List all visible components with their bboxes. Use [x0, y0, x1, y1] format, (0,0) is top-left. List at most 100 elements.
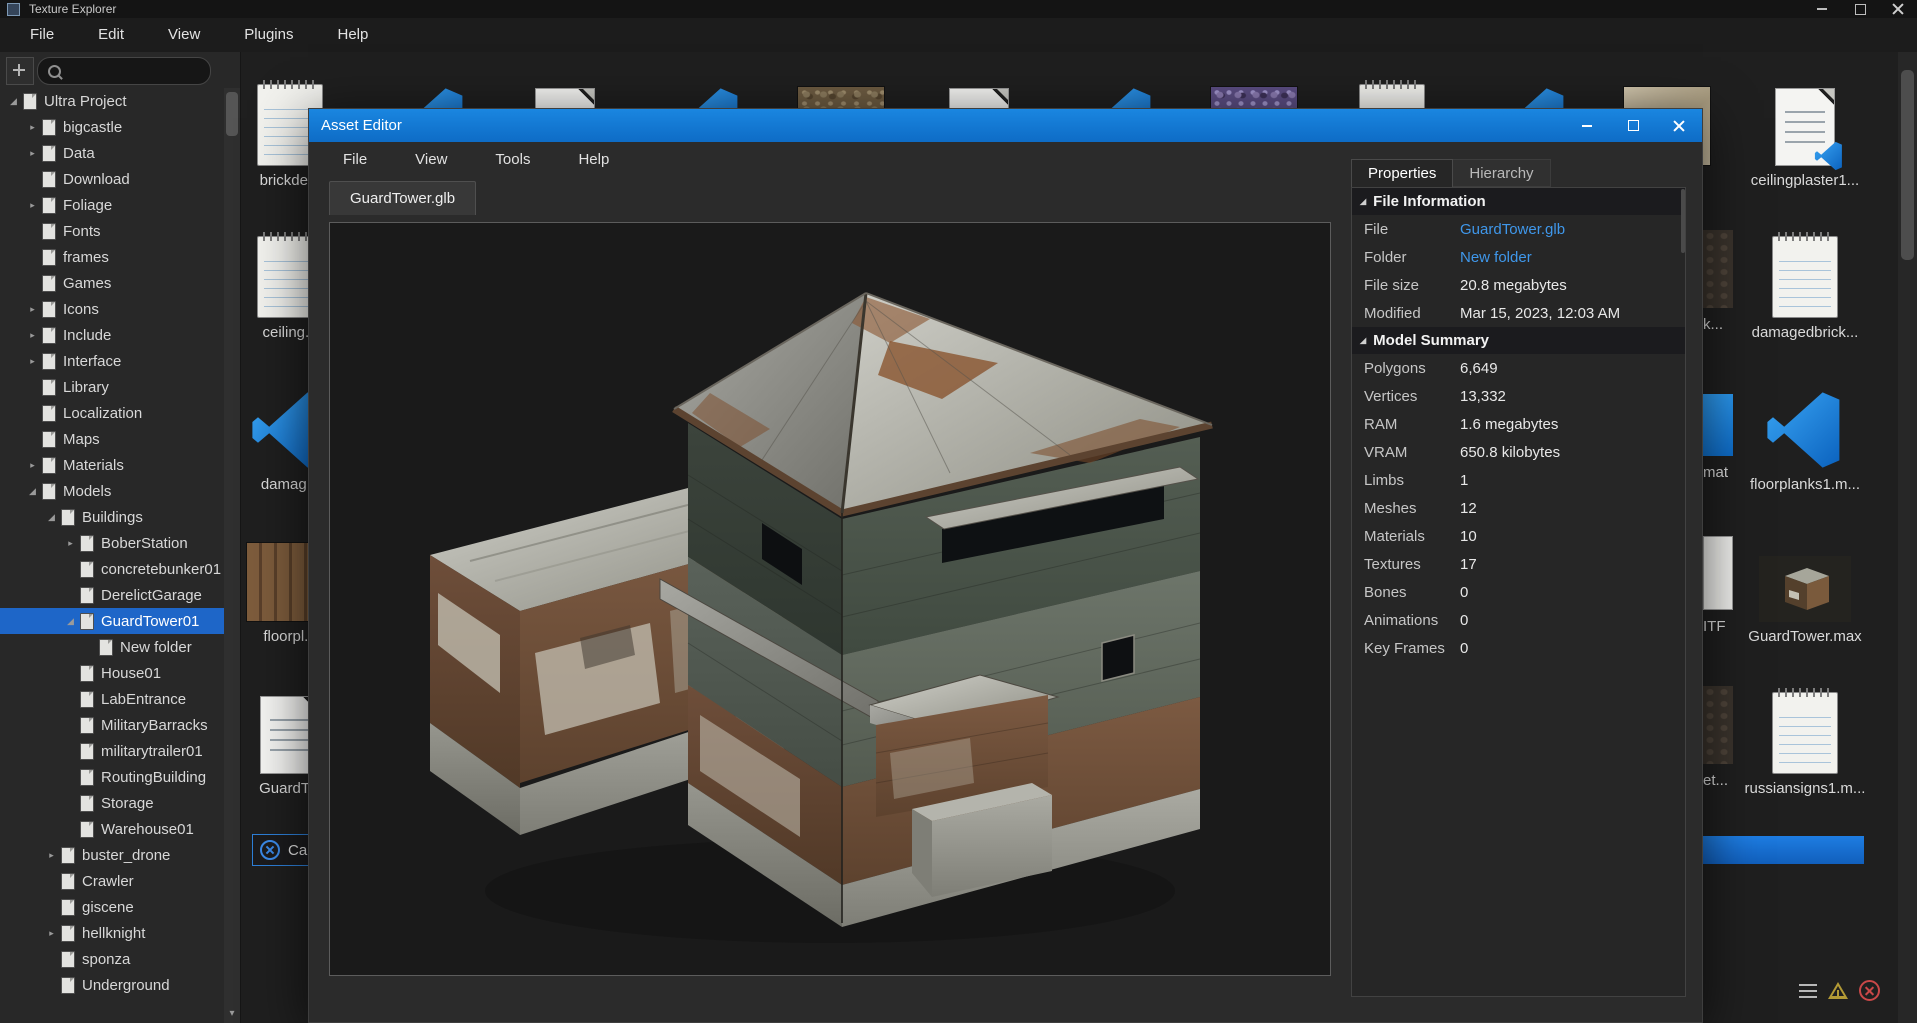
collapsed-arrow-icon[interactable]: ▸ — [25, 304, 40, 315]
tree-item-new-folder[interactable]: New folder — [0, 634, 224, 660]
tree-item-bigcastle[interactable]: ▸bigcastle — [0, 114, 224, 140]
minimize-icon — [1582, 125, 1592, 127]
app-close-button[interactable] — [1879, 0, 1917, 18]
section-header-model-summary[interactable]: ◢Model Summary — [1352, 327, 1685, 354]
collapsed-arrow-icon[interactable]: ▸ — [25, 460, 40, 471]
tree-item-ultra-project[interactable]: ◢Ultra Project — [0, 88, 224, 114]
tree-item-include[interactable]: ▸Include — [0, 322, 224, 348]
editor-close-button[interactable] — [1656, 109, 1702, 142]
tree-item-fonts[interactable]: Fonts — [0, 218, 224, 244]
tree-item-frames[interactable]: frames — [0, 244, 224, 270]
tree-item-sponza[interactable]: sponza — [0, 946, 224, 972]
tree-item-models[interactable]: ◢Models — [0, 478, 224, 504]
project-explorer-panel: ◢Ultra Project▸bigcastle▸DataDownload▸Fo… — [0, 52, 241, 1023]
property-value[interactable]: GuardTower.glb — [1460, 221, 1565, 238]
notepad-icon — [1772, 236, 1838, 318]
tree-item-concretebunker01[interactable]: concretebunker01 — [0, 556, 224, 582]
tree-item-militarytrailer01[interactable]: militarytrailer01 — [0, 738, 224, 764]
search-input[interactable] — [69, 62, 193, 80]
scrollbar-thumb[interactable] — [1901, 70, 1914, 260]
collapsed-arrow-icon[interactable]: ▸ — [25, 356, 40, 367]
tree-item-underground[interactable]: Underground — [0, 972, 224, 998]
tab-guardtower-glb[interactable]: GuardTower.glb — [329, 181, 476, 215]
tab-hierarchy[interactable]: Hierarchy — [1453, 159, 1550, 187]
tree-item-warehouse01[interactable]: Warehouse01 — [0, 816, 224, 842]
collapsed-arrow-icon[interactable]: ▸ — [25, 122, 40, 133]
tree-item-label: RoutingBuilding — [101, 769, 206, 786]
editor-maximize-button[interactable] — [1610, 109, 1656, 142]
collapsed-arrow-icon[interactable]: ▸ — [44, 928, 59, 939]
editor-menu-item-help[interactable]: Help — [554, 143, 633, 177]
tree-item-militarybarracks[interactable]: MilitaryBarracks — [0, 712, 224, 738]
grid-item-partial[interactable]: et... — [1703, 678, 1763, 816]
tree-item-labentrance[interactable]: LabEntrance — [0, 686, 224, 712]
menu-item-help[interactable]: Help — [315, 18, 390, 52]
expanded-arrow-icon[interactable]: ◢ — [63, 616, 78, 627]
tree-item-derelictgarage[interactable]: DerelictGarage — [0, 582, 224, 608]
collapsed-arrow-icon[interactable]: ▸ — [63, 538, 78, 549]
tree-item-interface[interactable]: ▸Interface — [0, 348, 224, 374]
grid-item-partial[interactable]: mat — [1703, 374, 1763, 512]
model-viewport[interactable] — [329, 222, 1331, 976]
grid-item-partial[interactable]: ITF — [1703, 526, 1763, 664]
grid-item-label: ITF — [1703, 618, 1763, 635]
editor-menu-item-view[interactable]: View — [391, 143, 471, 177]
tree-item-icons[interactable]: ▸Icons — [0, 296, 224, 322]
menu-item-plugins[interactable]: Plugins — [222, 18, 315, 52]
scrollbar-thumb[interactable] — [226, 92, 238, 136]
editor-minimize-button[interactable] — [1564, 109, 1610, 142]
tree-item-guardtower01[interactable]: ◢GuardTower01 — [0, 608, 224, 634]
tree-item-buster-drone[interactable]: ▸buster_drone — [0, 842, 224, 868]
tree-item-library[interactable]: Library — [0, 374, 224, 400]
warning-icon[interactable] — [1828, 982, 1848, 999]
asset-editor-titlebar[interactable]: Asset Editor — [309, 109, 1702, 142]
menu-item-edit[interactable]: Edit — [76, 18, 146, 52]
add-button[interactable] — [6, 57, 34, 85]
tree-item-storage[interactable]: Storage — [0, 790, 224, 816]
app-maximize-button[interactable] — [1841, 0, 1879, 18]
tree-item-games[interactable]: Games — [0, 270, 224, 296]
expanded-arrow-icon[interactable]: ◢ — [44, 512, 59, 523]
tree-item-materials[interactable]: ▸Materials — [0, 452, 224, 478]
properties-scrollbar[interactable] — [1681, 189, 1685, 253]
collapsed-arrow-icon[interactable]: ▸ — [25, 148, 40, 159]
tree-item-data[interactable]: ▸Data — [0, 140, 224, 166]
app-minimize-button[interactable] — [1803, 0, 1841, 18]
tree-item-label: concretebunker01 — [101, 561, 221, 578]
section-collapse-icon[interactable]: ◢ — [1360, 197, 1366, 206]
collapsed-arrow-icon[interactable]: ▸ — [25, 200, 40, 211]
grid-item-ceilingplaster1[interactable]: ceilingplaster1... — [1740, 70, 1870, 208]
tree-scrollbar[interactable]: ▾ — [224, 88, 240, 1023]
tab-properties[interactable]: Properties — [1351, 159, 1453, 187]
menu-item-file[interactable]: File — [8, 18, 76, 52]
tree-item-giscene[interactable]: giscene — [0, 894, 224, 920]
property-label: Animations — [1364, 612, 1460, 629]
tree-item-maps[interactable]: Maps — [0, 426, 224, 452]
tree-item-hellknight[interactable]: ▸hellknight — [0, 920, 224, 946]
tree-item-crawler[interactable]: Crawler — [0, 868, 224, 894]
tree-item-download[interactable]: Download — [0, 166, 224, 192]
property-row-materials: Materials10 — [1352, 522, 1685, 550]
tree-item-localization[interactable]: Localization — [0, 400, 224, 426]
tree-item-buildings[interactable]: ◢Buildings — [0, 504, 224, 530]
grid-item-partial[interactable]: k... — [1703, 222, 1763, 360]
editor-menu-item-tools[interactable]: Tools — [471, 143, 554, 177]
section-header-file-information[interactable]: ◢File Information — [1352, 188, 1685, 215]
collapsed-arrow-icon[interactable]: ▸ — [25, 330, 40, 341]
list-view-icon[interactable] — [1799, 984, 1817, 998]
search-box[interactable] — [37, 57, 211, 85]
editor-menu-item-file[interactable]: File — [319, 143, 391, 177]
tree-item-boberstation[interactable]: ▸BoberStation — [0, 530, 224, 556]
tree-item-house01[interactable]: House01 — [0, 660, 224, 686]
scroll-down-arrow-icon[interactable]: ▾ — [224, 1008, 240, 1019]
property-value[interactable]: New folder — [1460, 249, 1532, 266]
desktop-scrollbar[interactable] — [1898, 52, 1917, 1023]
tree-item-foliage[interactable]: ▸Foliage — [0, 192, 224, 218]
tree-item-routingbuilding[interactable]: RoutingBuilding — [0, 764, 224, 790]
section-collapse-icon[interactable]: ◢ — [1360, 336, 1366, 345]
expanded-arrow-icon[interactable]: ◢ — [6, 96, 21, 107]
collapsed-arrow-icon[interactable]: ▸ — [44, 850, 59, 861]
expanded-arrow-icon[interactable]: ◢ — [25, 486, 40, 497]
error-icon[interactable] — [1859, 980, 1880, 1001]
menu-item-view[interactable]: View — [146, 18, 222, 52]
